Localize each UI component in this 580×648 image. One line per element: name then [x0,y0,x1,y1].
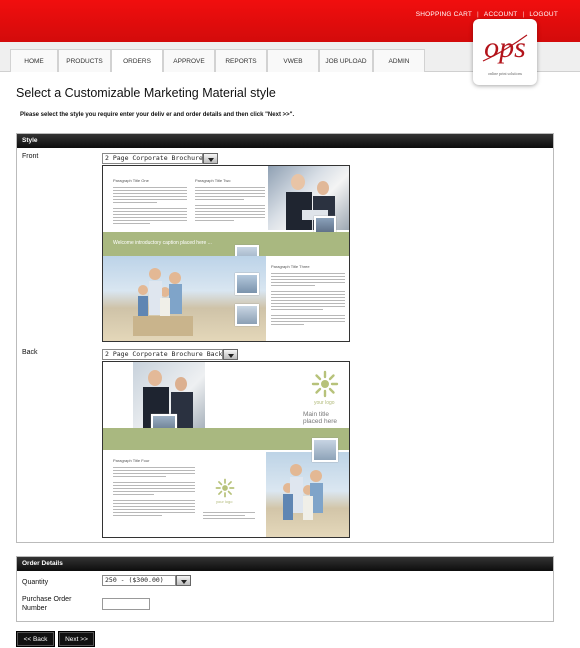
tab-vweb[interactable]: VWEB [267,49,319,72]
back-button[interactable]: << Back [16,631,55,647]
family-beach-photo [266,452,349,537]
back-style-select[interactable]: 2 Page Corporate Brochure Back [102,349,238,360]
contact-lines [203,512,255,521]
logout-link[interactable]: LOGOUT [529,11,558,18]
chevron-down-icon[interactable] [223,349,238,360]
tab-products[interactable]: PRODUCTS [58,49,111,72]
text-lines [195,187,265,223]
shopping-cart-link[interactable]: SHOPPING CART [416,11,472,18]
tab-approve[interactable]: APPROVE [163,49,215,72]
tab-home[interactable]: HOME [10,49,58,72]
chevron-down-icon[interactable] [203,153,218,164]
thumbnail-photo [312,438,338,462]
po-number-input[interactable] [102,598,150,610]
front-preview: Paragraph Title One Paragraph Title Two … [102,165,350,342]
back-preview: your logo Main title placed here Paragra… [102,361,350,538]
svg-text:ops: ops [484,31,526,64]
next-button[interactable]: Next >> [58,631,95,647]
account-link[interactable]: ACCOUNT [484,11,518,18]
front-style-value: 2 Page Corporate Brochure [105,154,203,162]
para-title-four: Paragraph Title Four [113,458,150,463]
link-separator: | [522,11,525,18]
quantity-value: 250 - ($300.00) [105,576,164,584]
chevron-down-icon[interactable] [176,575,191,586]
business-photo [268,166,349,230]
thumbnail-photo [235,304,259,326]
page-title: Select a Customizable Marketing Material… [16,86,276,100]
tab-admin[interactable]: ADMIN [373,49,425,72]
tab-orders[interactable]: ORDERS [111,49,163,72]
para-title-one: Paragraph Title One [113,178,149,183]
nav-tabs: HOME PRODUCTS ORDERS APPROVE REPORTS VWE… [10,49,425,72]
po-label-line: Number [22,605,47,612]
front-label: Front [22,153,39,160]
tab-reports[interactable]: REPORTS [215,49,267,72]
tab-job-upload[interactable]: JOB UPLOAD [319,49,373,72]
front-style-select[interactable]: 2 Page Corporate Brochure [102,153,218,164]
text-lines [113,187,187,226]
back-label: Back [22,349,38,356]
instruction-text: Please select the style you require ente… [20,112,295,118]
logo-tagline: online print solutions [488,71,522,76]
text-lines [271,273,345,327]
order-details-heading: Order Details [17,557,553,571]
po-number-label: Purchase Order Number [22,595,71,613]
quantity-label: Quantity [22,579,49,586]
order-details-panel: Order Details [16,556,554,622]
thumbnail-photo [235,273,259,295]
sunburst-logo-icon [311,370,339,398]
sunburst-logo-icon [215,478,235,498]
quantity-select[interactable]: 250 - ($300.00) [102,575,191,586]
main-title-placeholder: Main title placed here [303,411,337,425]
caption-text: Welcome introductory caption placed here… [113,240,212,246]
company-logo[interactable]: ops online print solutions [473,19,537,85]
para-title-two: Paragraph Title Two [195,178,231,183]
ops-logo-icon: ops [482,31,528,64]
link-separator: | [477,11,479,18]
small-logo-placeholder-text: your logo [216,499,233,504]
po-label-line: Purchase Order [22,596,72,603]
style-panel-heading: Style [17,134,553,148]
family-beach-photo [103,256,266,341]
top-links: SHOPPING CART | ACCOUNT | LOGOUT [416,11,558,18]
text-lines [113,467,195,518]
para-title-three: Paragraph Title Three [271,264,310,269]
logo-placeholder-text: your logo [314,400,335,406]
back-style-value: 2 Page Corporate Brochure Back [105,350,223,358]
